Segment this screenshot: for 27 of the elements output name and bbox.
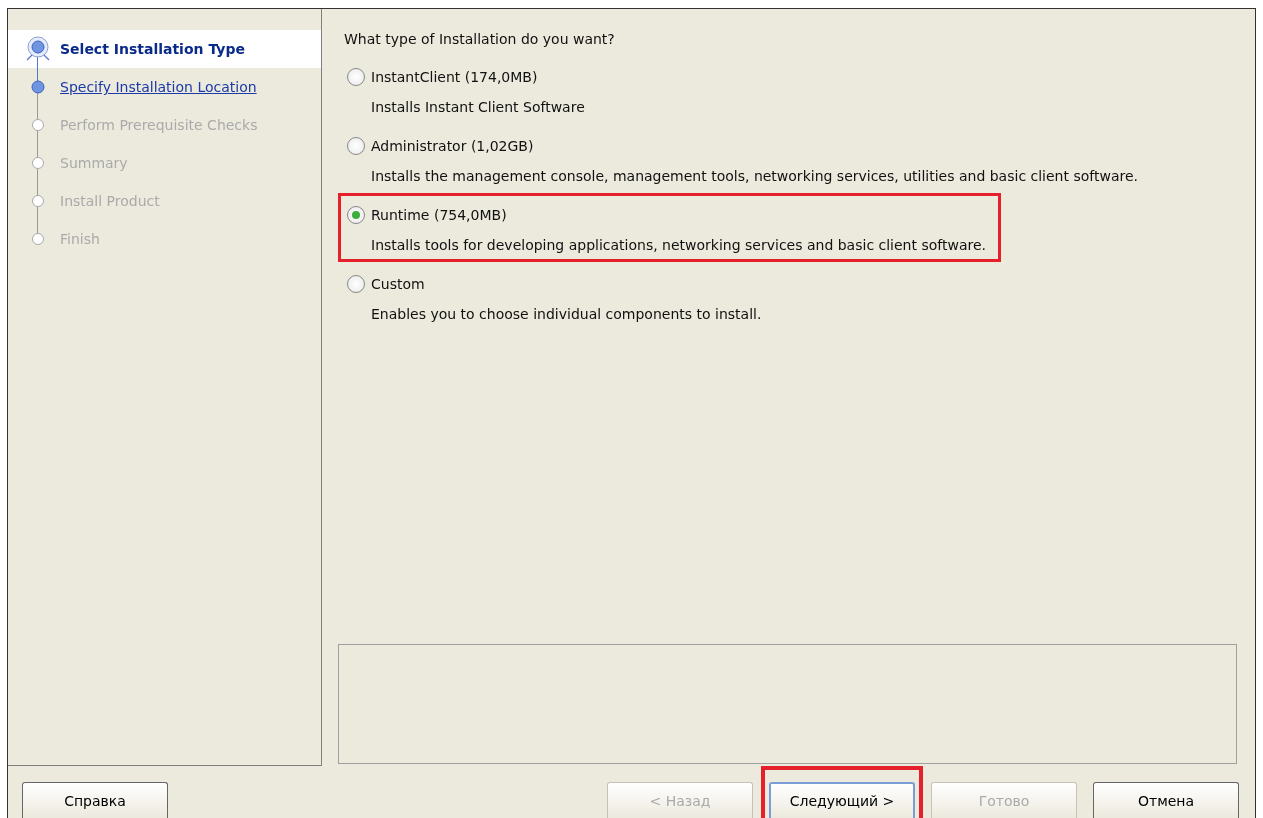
- radio-option[interactable]: Administrator (1,02GB): [347, 135, 534, 157]
- step-label: Summary: [60, 155, 128, 171]
- step-dot-icon: [31, 194, 45, 208]
- radio-option[interactable]: InstantClient (174,0MB): [347, 66, 538, 88]
- step-dot-icon: [31, 80, 45, 94]
- step-label: Perform Prerequisite Checks: [60, 117, 258, 133]
- step-link[interactable]: Specify Installation Location: [60, 79, 257, 95]
- wizard-button[interactable]: Отмена: [1093, 782, 1239, 818]
- step-label: Select Installation Type: [60, 41, 245, 57]
- option-description: Installs the management console, management tools, networking services, utilities and basic client software.: [371, 168, 1138, 184]
- radio-button[interactable]: [347, 275, 365, 293]
- step-dot-icon: [31, 232, 45, 246]
- option-description: Installs Instant Client Software: [371, 99, 585, 115]
- step-dot-icon: [31, 156, 45, 170]
- step-label: Finish: [60, 231, 100, 247]
- step-dot-icon: [31, 118, 45, 132]
- radio-option[interactable]: Custom: [347, 273, 425, 295]
- radio-button[interactable]: [347, 137, 365, 155]
- radio-button[interactable]: [347, 206, 365, 224]
- question-text: What type of Installation do you want?: [344, 31, 616, 47]
- help-button[interactable]: Справка: [22, 782, 168, 818]
- option-description: Installs tools for developing applications, networking services and basic client software.: [371, 237, 986, 253]
- step-label: Install Product: [60, 193, 160, 209]
- wizard-button[interactable]: Следующий >: [769, 782, 915, 818]
- option-description: Enables you to choose individual components to install.: [371, 306, 762, 322]
- radio-option[interactable]: Runtime (754,0MB): [347, 204, 507, 226]
- radio-button[interactable]: [347, 68, 365, 86]
